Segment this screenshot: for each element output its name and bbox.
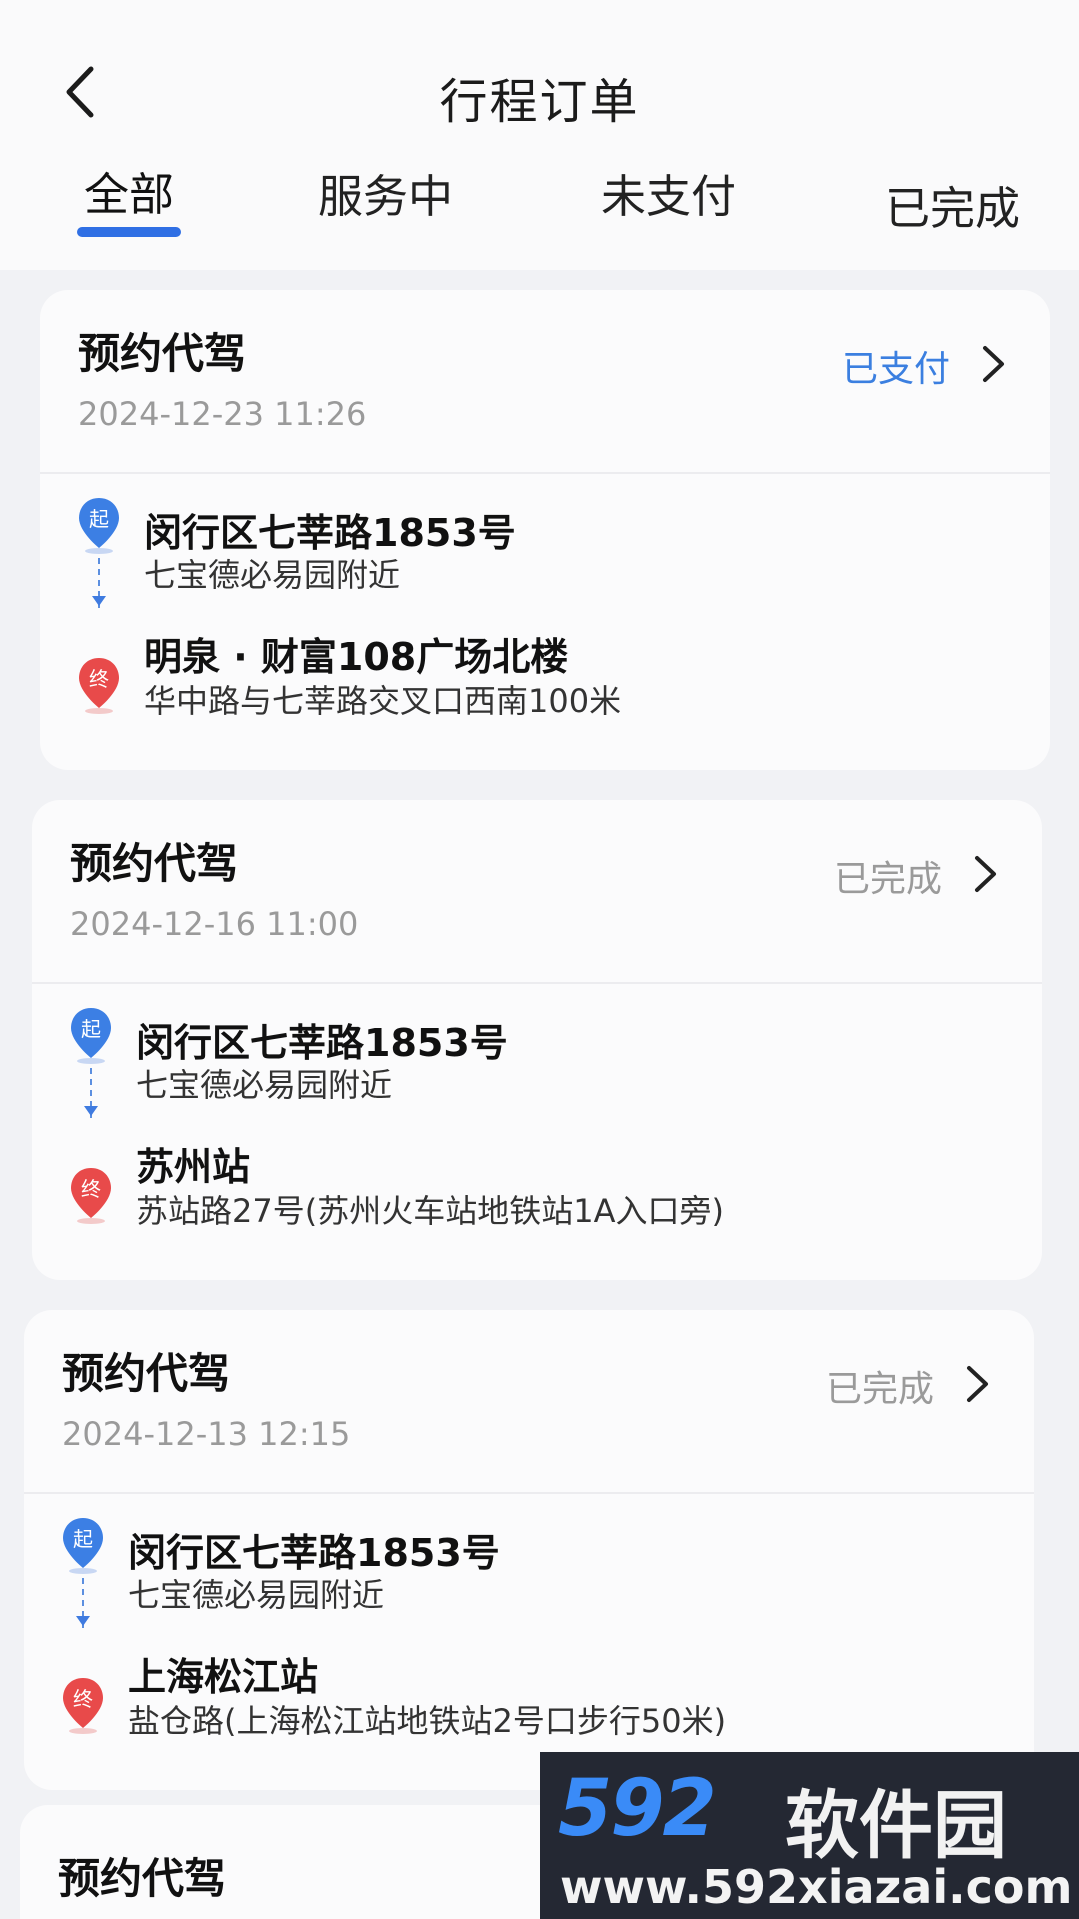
divider (32, 982, 1042, 984)
order-type: 预约代驾 (58, 1854, 227, 1903)
route-arrow-icon (84, 1106, 98, 1116)
start-address: 闵行区七莘路1853号 (128, 1531, 500, 1575)
end-badge-label: 终 (73, 1687, 93, 1711)
watermark-logo-text: 软件园 (785, 1783, 1007, 1869)
start-pin-icon: 起 (79, 498, 119, 554)
order-time: 2024-12-16 11:00 (70, 905, 359, 943)
start-address: 闵行区七莘路1853号 (136, 1021, 508, 1065)
tab-in-service[interactable]: 服务中 (318, 160, 453, 225)
active-tab-indicator (77, 227, 181, 237)
tab-completed[interactable]: 已完成 (885, 172, 1020, 237)
order-card-header[interactable]: 预约代驾 2024-12-16 11:00 已完成 (32, 800, 1042, 982)
chevron-right-icon[interactable] (962, 1362, 992, 1406)
start-badge-label: 起 (81, 1017, 101, 1041)
end-badge-label: 终 (81, 1177, 101, 1201)
order-time: 2024-12-23 11:26 (78, 395, 367, 433)
start-pin-icon: 起 (63, 1518, 103, 1574)
end-address: 苏州站 (136, 1145, 251, 1189)
watermark-logo-number: 592 (558, 1764, 717, 1854)
end-address: 明泉 · 财富108广场北楼 (144, 635, 569, 679)
order-type: 预约代驾 (70, 839, 239, 888)
route-arrow-icon (76, 1616, 90, 1626)
tab-all[interactable]: 全部 (84, 158, 174, 223)
start-badge-label: 起 (89, 507, 109, 531)
top-bar: 行程订单 全部 服务中 未支付 已完成 (0, 0, 1079, 270)
chevron-right-icon[interactable] (970, 852, 1000, 896)
page-title: 行程订单 (439, 74, 640, 130)
start-address: 闵行区七莘路1853号 (144, 511, 516, 555)
order-type: 预约代驾 (78, 329, 247, 378)
divider (24, 1492, 1034, 1494)
order-status: 已支付 (841, 349, 950, 390)
start-address-detail: 七宝德必易园附近 (136, 1066, 393, 1104)
end-address-detail: 苏站路27号(苏州火车站地铁站1A入口旁) (136, 1192, 724, 1230)
end-badge-label: 终 (89, 667, 109, 691)
chevron-right-icon[interactable] (978, 342, 1008, 386)
order-card[interactable]: 预约代驾 2024-12-23 11:26 已支付 起 终 闵行区七莘路1853… (40, 290, 1050, 770)
tab-unpaid[interactable]: 未支付 (601, 160, 736, 225)
order-card[interactable]: 预约代驾 2024-12-16 11:00 已完成 起 终 闵行区七莘路1853… (32, 800, 1042, 1280)
end-pin-icon: 终 (71, 1168, 111, 1224)
order-card[interactable]: 预约代驾 2024-12-13 12:15 已完成 起 终 闵行区七莘路1853… (24, 1310, 1034, 1790)
watermark: 592 软件园 www.592xiazai.com (540, 1752, 1079, 1919)
route-arrow-icon (92, 596, 106, 606)
order-status: 已完成 (825, 1369, 934, 1410)
order-card-header[interactable]: 预约代驾 2024-12-13 12:15 已完成 (24, 1310, 1034, 1492)
end-address-detail: 盐仓路(上海松江站地铁站2号口步行50米) (128, 1702, 727, 1740)
order-type: 预约代驾 (62, 1349, 231, 1398)
end-address-detail: 华中路与七莘路交叉口西南100米 (144, 682, 622, 720)
start-badge-label: 起 (73, 1527, 93, 1551)
start-address-detail: 七宝德必易园附近 (128, 1576, 385, 1614)
start-pin-icon: 起 (71, 1008, 111, 1064)
divider (40, 472, 1050, 474)
end-pin-icon: 终 (63, 1678, 103, 1734)
order-time: 2024-12-13 12:15 (62, 1415, 351, 1453)
order-status: 已完成 (833, 859, 942, 900)
order-card-header[interactable]: 预约代驾 2024-12-23 11:26 已支付 (40, 290, 1050, 472)
end-pin-icon: 终 (79, 658, 119, 714)
end-address: 上海松江站 (128, 1655, 319, 1699)
start-address-detail: 七宝德必易园附近 (144, 556, 401, 594)
watermark-url: www.592xiazai.com (560, 1860, 1073, 1914)
